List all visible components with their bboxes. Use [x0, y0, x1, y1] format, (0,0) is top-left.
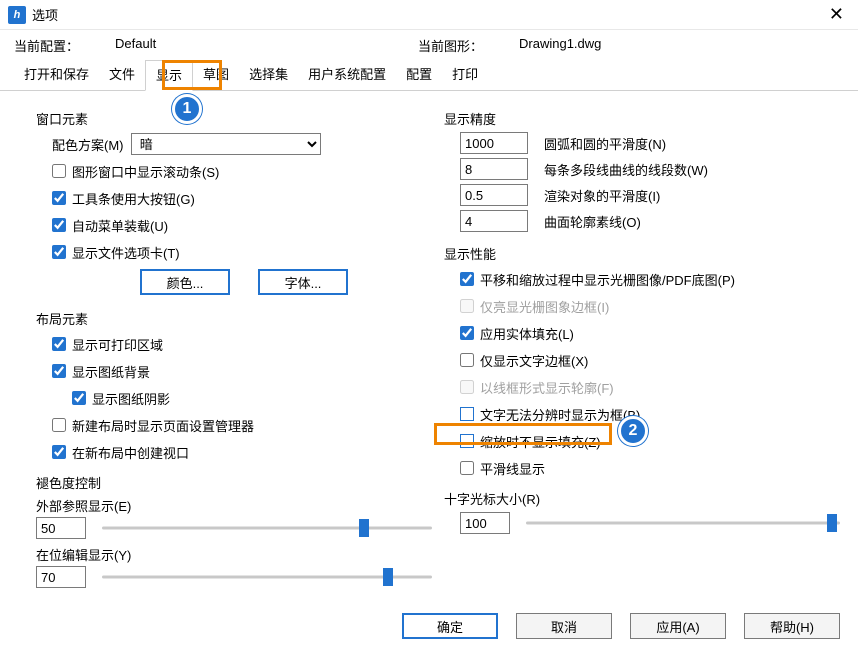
chk-text-as-box[interactable] [460, 407, 474, 421]
font-button[interactable]: 字体... [258, 269, 348, 295]
tab-sketch[interactable]: 草图 [193, 60, 239, 91]
chk-create-viewport-label: 在新布局中创建视口 [72, 443, 189, 462]
chk-no-fill-on-zoom-label: 缩放时不显示填充(Z) [480, 432, 601, 451]
ok-button[interactable]: 确定 [402, 613, 498, 639]
chk-paper-bg[interactable] [52, 364, 66, 378]
chk-solid-fill[interactable] [460, 326, 474, 340]
chk-auto-menu[interactable] [52, 218, 66, 232]
tab-bar: 打开和保存 文件 显示 草图 选择集 用户系统配置 配置 打印 [0, 59, 858, 91]
badge-two: 2 [618, 416, 648, 446]
chk-text-frame-only[interactable] [460, 353, 474, 367]
chk-wireframe-silhouette-label: 以线框形式显示轮廓(F) [480, 378, 614, 397]
group-display-performance: 显示性能 [444, 244, 840, 263]
chk-pan-zoom-raster-label: 平移和缩放过程中显示光栅图像/PDF底图(P) [480, 270, 735, 289]
chk-page-setup-mgr[interactable] [52, 418, 66, 432]
chk-create-viewport[interactable] [52, 445, 66, 459]
cursor-size-slider[interactable] [526, 512, 840, 534]
chk-file-tabs-label: 显示文件选项卡(T) [72, 243, 180, 262]
render-smooth-input[interactable] [460, 184, 528, 206]
color-scheme-select[interactable]: 暗 [131, 133, 321, 155]
color-scheme-label: 配色方案(M) [52, 135, 124, 154]
app-icon: h [8, 6, 26, 24]
tab-config[interactable]: 配置 [396, 60, 442, 91]
chk-printable-area[interactable] [52, 337, 66, 351]
tab-selection[interactable]: 选择集 [239, 60, 298, 91]
chk-paper-shadow[interactable] [72, 391, 86, 405]
config-label: 当前配置： [14, 36, 79, 55]
cancel-button[interactable]: 取消 [516, 613, 612, 639]
config-value: Default [115, 36, 156, 55]
pline-seg-input[interactable] [460, 158, 528, 180]
group-cursor-size: 十字光标大小(R) [444, 489, 840, 508]
tab-print[interactable]: 打印 [442, 60, 488, 91]
chk-file-tabs[interactable] [52, 245, 66, 259]
left-column: 窗口元素 配色方案(M) 暗 图形窗口中显示滚动条(S) 工具条使用大按钮(G)… [36, 103, 432, 594]
arc-smooth-label: 圆弧和圆的平滑度(N) [544, 134, 666, 153]
close-icon[interactable]: ✕ [823, 4, 850, 25]
chk-printable-area-label: 显示可打印区域 [72, 335, 163, 354]
apply-button[interactable]: 应用(A) [630, 613, 726, 639]
xref-fade-input[interactable] [36, 517, 86, 539]
chk-highlight-raster-frame [460, 299, 474, 313]
chk-wireframe-silhouette [460, 380, 474, 394]
chk-pan-zoom-raster[interactable] [460, 272, 474, 286]
chk-big-buttons-label: 工具条使用大按钮(G) [72, 189, 195, 208]
group-fade-control: 褪色度控制 [36, 473, 432, 492]
drawing-label: 当前图形： [418, 36, 483, 55]
inplace-fade-slider[interactable] [102, 566, 432, 588]
help-button[interactable]: 帮助(H) [744, 613, 840, 639]
surf-contour-input[interactable] [460, 210, 528, 232]
pline-seg-label: 每条多段线曲线的线段数(W) [544, 160, 708, 179]
xref-fade-label: 外部参照显示(E) [36, 496, 432, 515]
drawing-value: Drawing1.dwg [519, 36, 601, 55]
chk-smooth-line[interactable] [460, 461, 474, 475]
dialog-footer: 确定 取消 应用(A) 帮助(H) [402, 613, 840, 639]
chk-scrollbars-label: 图形窗口中显示滚动条(S) [72, 162, 219, 181]
chk-scrollbars[interactable] [52, 164, 66, 178]
surf-contour-label: 曲面轮廓素线(O) [544, 212, 641, 231]
chk-smooth-line-label: 平滑线显示 [480, 459, 545, 478]
chk-big-buttons[interactable] [52, 191, 66, 205]
group-display-precision: 显示精度 [444, 109, 840, 128]
cursor-size-input[interactable] [460, 512, 510, 534]
group-layout-elements: 布局元素 [36, 309, 432, 328]
color-button[interactable]: 颜色... [140, 269, 230, 295]
inplace-fade-label: 在位编辑显示(Y) [36, 545, 432, 564]
chk-paper-bg-label: 显示图纸背景 [72, 362, 150, 381]
xref-fade-slider[interactable] [102, 517, 432, 539]
chk-highlight-raster-frame-label: 仅亮显光栅图象边框(I) [480, 297, 609, 316]
right-column: 显示精度 圆弧和圆的平滑度(N) 每条多段线曲线的线段数(W) 渲染对象的平滑度… [444, 103, 840, 594]
inplace-fade-input[interactable] [36, 566, 86, 588]
window-title: 选项 [32, 5, 58, 24]
chk-paper-shadow-label: 显示图纸阴影 [92, 389, 170, 408]
chk-page-setup-mgr-label: 新建布局时显示页面设置管理器 [72, 416, 254, 435]
arc-smooth-input[interactable] [460, 132, 528, 154]
tab-display[interactable]: 显示 [145, 60, 193, 91]
config-info-row: 当前配置： Default 当前图形： Drawing1.dwg [0, 30, 858, 59]
chk-solid-fill-label: 应用实体填充(L) [480, 324, 574, 343]
group-window-elements: 窗口元素 [36, 109, 432, 128]
render-smooth-label: 渲染对象的平滑度(I) [544, 186, 660, 205]
tab-user-pref[interactable]: 用户系统配置 [298, 60, 396, 91]
tab-open-save[interactable]: 打开和保存 [14, 60, 99, 91]
badge-one: 1 [172, 94, 202, 124]
chk-no-fill-on-zoom[interactable] [460, 434, 474, 448]
chk-text-frame-only-label: 仅显示文字边框(X) [480, 351, 588, 370]
tab-file[interactable]: 文件 [99, 60, 145, 91]
dialog-body: 窗口元素 配色方案(M) 暗 图形窗口中显示滚动条(S) 工具条使用大按钮(G)… [0, 91, 858, 602]
chk-auto-menu-label: 自动菜单装载(U) [72, 216, 168, 235]
titlebar: h 选项 ✕ [0, 0, 858, 30]
chk-text-as-box-label: 文字无法分辨时显示为框(B) [480, 405, 640, 424]
